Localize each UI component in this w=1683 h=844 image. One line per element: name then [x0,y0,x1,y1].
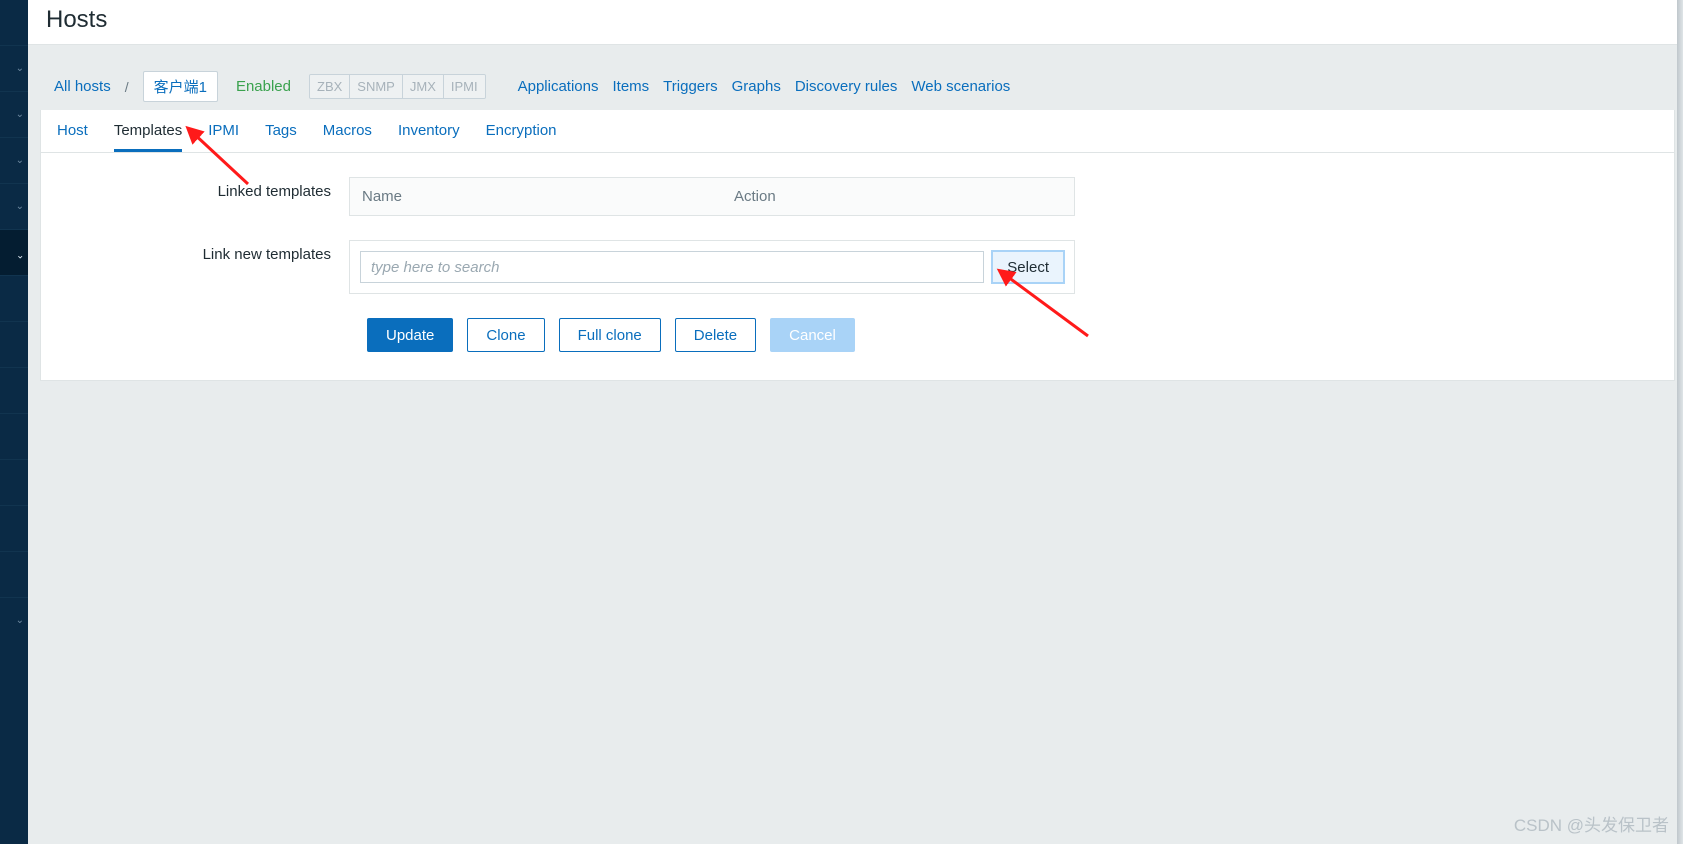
tab-tags[interactable]: Tags [265,110,297,152]
proto-jmx[interactable]: JMX [403,75,444,98]
tab-encryption[interactable]: Encryption [486,110,557,152]
nav-items[interactable]: Items [612,78,649,95]
template-search-input[interactable] [360,251,984,283]
breadcrumb-host[interactable]: 客户端1 [143,71,218,102]
host-status-enabled: Enabled [236,78,291,95]
sidebar-item-3[interactable]: ⌄ [0,138,28,183]
action-button-row: Update Clone Full clone Delete Cancel [367,318,1658,352]
linked-templates-label: Linked templates [57,177,349,200]
sidebar-item-6[interactable] [0,276,28,321]
sidebar-item-selected[interactable]: ⌃ [0,230,28,275]
proto-zbx[interactable]: ZBX [310,75,350,98]
link-new-templates-box: Select [349,240,1075,294]
proto-ipmi[interactable]: IPMI [444,75,485,98]
sidebar-item-8[interactable] [0,368,28,413]
sidebar-item-11[interactable] [0,506,28,551]
sidebar-item-4[interactable]: ⌄ [0,184,28,229]
protocol-group: ZBX SNMP JMX IPMI [309,74,486,99]
select-button[interactable]: Select [992,251,1064,283]
tabs: Host Templates IPMI Tags Macros Inventor… [40,110,1675,153]
tab-macros[interactable]: Macros [323,110,372,152]
left-sidebar: ⌄ ⌄ ⌄ ⌄ ⌃ ⌄ [0,0,28,844]
form-area: Linked templates Name Action Link new te… [40,153,1675,381]
watermark: CSDN @头发保卫者 [1514,811,1669,836]
main-content: Hosts All hosts / 客户端1 Enabled ZBX SNMP … [28,0,1683,844]
sidebar-item-10[interactable] [0,460,28,505]
full-clone-button[interactable]: Full clone [559,318,661,352]
page-header: Hosts [28,0,1683,45]
sidebar-item-9[interactable] [0,414,28,459]
proto-snmp[interactable]: SNMP [350,75,403,98]
sidebar-item-13[interactable]: ⌄ [0,598,28,643]
linked-col-name: Name [350,178,722,215]
linked-templates-table: Name Action [349,177,1075,216]
tab-ipmi[interactable]: IPMI [208,110,239,152]
nav-web-scenarios[interactable]: Web scenarios [911,78,1010,95]
tab-host[interactable]: Host [57,110,88,152]
delete-button[interactable]: Delete [675,318,756,352]
sidebar-item-1[interactable]: ⌄ [0,46,28,91]
nav-applications[interactable]: Applications [518,78,599,95]
sidebar-item-12[interactable] [0,552,28,597]
tab-inventory[interactable]: Inventory [398,110,460,152]
page-title: Hosts [46,6,1665,34]
nav-graphs[interactable]: Graphs [732,78,781,95]
breadcrumb-row: All hosts / 客户端1 Enabled ZBX SNMP JMX IP… [40,59,1675,110]
tab-templates[interactable]: Templates [114,110,182,152]
nav-discovery-rules[interactable]: Discovery rules [795,78,898,95]
right-scroll-edge [1677,0,1683,844]
cancel-button[interactable]: Cancel [770,318,855,352]
link-new-templates-label: Link new templates [57,240,349,263]
update-button[interactable]: Update [367,318,453,352]
sidebar-item-2[interactable]: ⌄ [0,92,28,137]
breadcrumb-all-hosts[interactable]: All hosts [54,78,111,95]
linked-col-action: Action [722,178,1074,215]
nav-triggers[interactable]: Triggers [663,78,717,95]
clone-button[interactable]: Clone [467,318,544,352]
breadcrumb-slash: / [125,79,129,95]
sidebar-item-7[interactable] [0,322,28,367]
sidebar-item-0[interactable] [0,0,28,45]
